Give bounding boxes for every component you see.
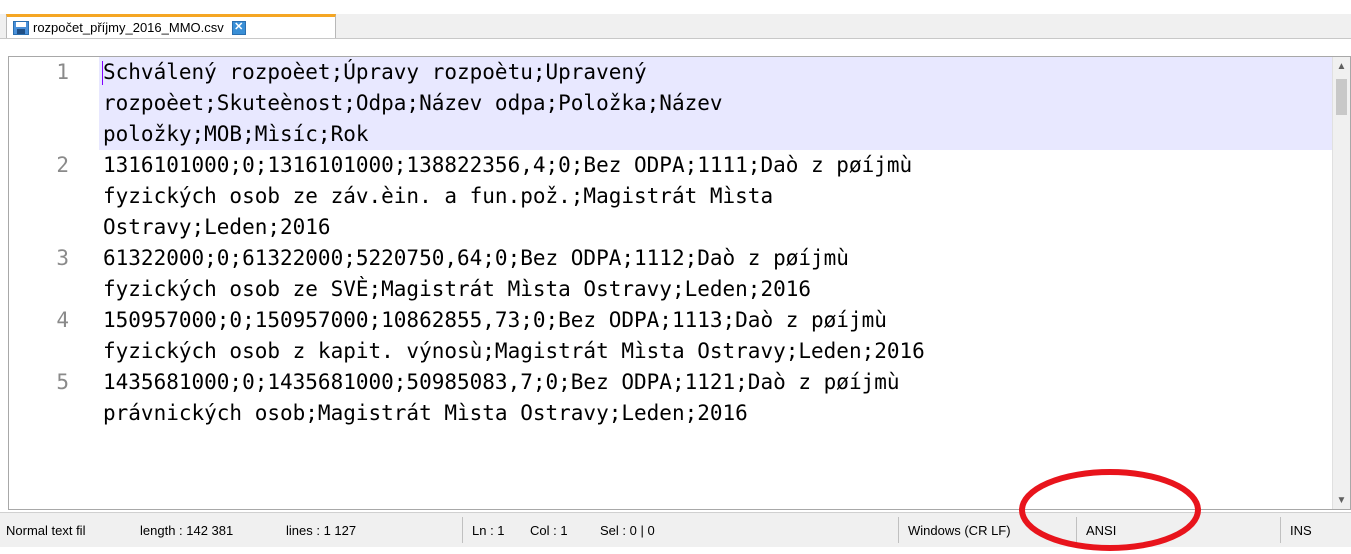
tab-bar: rozpočet_příjmy_2016_MMO.csv ✕ xyxy=(0,14,1351,39)
line-text: Ostravy;Leden;2016 xyxy=(103,215,331,239)
status-ln: Ln : 1 xyxy=(472,522,505,538)
status-separator xyxy=(1076,517,1077,543)
scrollbar-thumb[interactable] xyxy=(1336,79,1347,115)
status-eol[interactable]: Windows (CR LF) xyxy=(902,513,1072,547)
status-bar: Normal text fil length : 142 381 lines :… xyxy=(0,512,1351,547)
line-text: fyzických osob ze SVÈ;Magistrát Mìsta Os… xyxy=(103,277,812,301)
status-encoding[interactable]: ANSI xyxy=(1080,513,1220,547)
line-text: položky;MOB;Mìsíc;Rok xyxy=(103,122,369,146)
line-text: právnických osob;Magistrát Mìsta Ostravy… xyxy=(103,401,748,425)
text-editor[interactable]: 1 Schválený rozpoèet;Úpravy rozpoètu;Upra… xyxy=(8,56,1351,510)
editor-content[interactable]: 1 Schválený rozpoèet;Úpravy rozpoètu;Upra… xyxy=(56,57,1332,509)
line-number: 4 xyxy=(56,308,69,332)
line-text: 61322000;0;61322000;5220750,64;0;Bez ODP… xyxy=(103,246,849,270)
chevron-down-icon[interactable]: ▼ xyxy=(1333,491,1350,509)
status-separator xyxy=(898,517,899,543)
status-sel: Sel : 0 | 0 xyxy=(600,522,655,538)
line-text: 1435681000;0;1435681000;50985083,7;0;Bez… xyxy=(103,370,900,394)
line-number: 5 xyxy=(56,370,69,394)
status-ins[interactable]: INS xyxy=(1284,513,1344,547)
status-separator xyxy=(1280,517,1281,543)
line-text: 150957000;0;150957000;10862855,73;0;Bez … xyxy=(103,308,887,332)
line-text: fyzických osob ze záv.èin. a fun.pož.;Ma… xyxy=(103,184,774,208)
tab-file[interactable]: rozpočet_příjmy_2016_MMO.csv ✕ xyxy=(6,14,336,38)
tab-label: rozpočet_příjmy_2016_MMO.csv xyxy=(33,20,224,35)
status-length: length : 142 381 xyxy=(140,522,234,538)
status-separator xyxy=(462,517,463,543)
status-col: Col : 1 xyxy=(530,522,568,538)
line-number: 2 xyxy=(56,153,69,177)
save-disk-icon xyxy=(13,20,29,35)
line-text: Schválený rozpoèet;Úpravy rozpoètu;Uprav… xyxy=(103,60,647,84)
status-doc-type: Normal text fil xyxy=(6,522,86,538)
vertical-scrollbar[interactable]: ▲ ▼ xyxy=(1332,57,1350,509)
status-lines: lines : 1 127 xyxy=(286,522,357,538)
text-caret xyxy=(102,61,103,85)
editor-line[interactable]: 1 Schválený rozpoèet;Úpravy rozpoètu;Upra… xyxy=(56,57,1332,150)
chevron-up-icon[interactable]: ▲ xyxy=(1333,57,1350,75)
editor-line[interactable]: 2 1316101000;0;1316101000;138822356,4;0;B… xyxy=(56,150,1332,243)
toolbar-area xyxy=(0,0,1351,14)
editor-line[interactable]: 4 150957000;0;150957000;10862855,73;0;Bez… xyxy=(56,305,1332,367)
line-text: 1316101000;0;1316101000;138822356,4;0;Be… xyxy=(103,153,913,177)
line-number-gutter xyxy=(9,57,99,509)
close-icon[interactable]: ✕ xyxy=(231,20,246,35)
line-number: 3 xyxy=(56,246,69,270)
line-text: rozpoèet;Skuteènost;Odpa;Název odpa;Polo… xyxy=(103,91,723,115)
editor-line[interactable]: 3 61322000;0;61322000;5220750,64;0;Bez OD… xyxy=(56,243,1332,305)
line-text: fyzických osob z kapit. výnosù;Magistrát… xyxy=(103,339,925,363)
editor-line[interactable]: 5 1435681000;0;1435681000;50985083,7;0;Be… xyxy=(56,367,1332,429)
line-number: 1 xyxy=(56,60,69,84)
